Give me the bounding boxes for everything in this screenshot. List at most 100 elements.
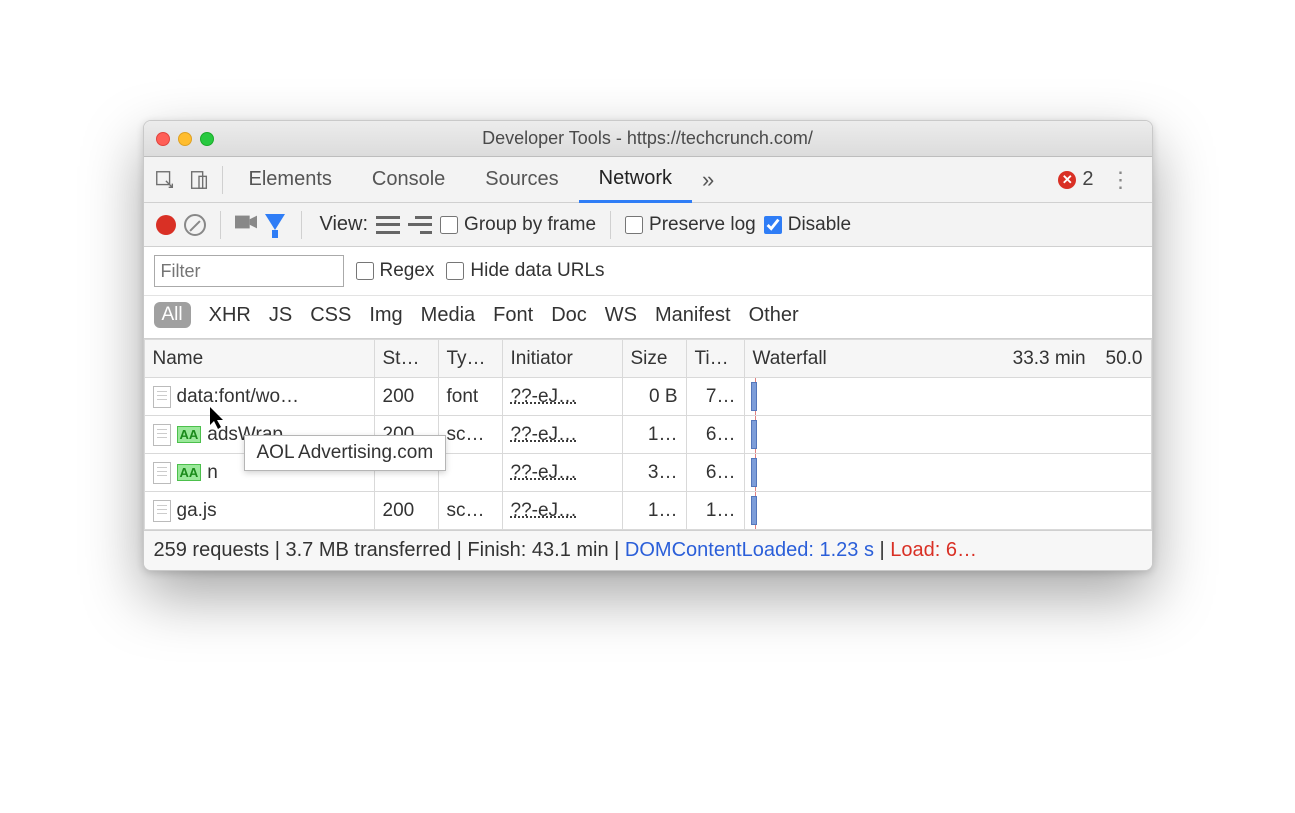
- cell-status: 200: [374, 378, 438, 416]
- group-by-frame-label: Group by frame: [464, 214, 596, 236]
- cell-initiator[interactable]: ??-eJ…: [502, 378, 622, 416]
- cell-initiator[interactable]: ??-eJ…: [502, 492, 622, 530]
- col-status[interactable]: St…: [374, 340, 438, 378]
- type-filter-media[interactable]: Media: [421, 304, 475, 327]
- status-bar: 259 requests | 3.7 MB transferred | Fini…: [144, 530, 1152, 570]
- type-filter-other[interactable]: Other: [749, 304, 799, 327]
- tracker-badge: AA: [177, 426, 202, 443]
- disable-cache-input[interactable]: [764, 216, 782, 234]
- network-table-wrap: Name St… Ty… Initiator Size Ti… Waterfal…: [144, 339, 1152, 530]
- inspect-element-icon[interactable]: [148, 163, 182, 197]
- cell-type: sc…: [438, 416, 502, 454]
- type-filter-img[interactable]: Img: [369, 304, 402, 327]
- error-count-value: 2: [1082, 168, 1093, 191]
- type-filter-font[interactable]: Font: [493, 304, 533, 327]
- view-label: View:: [320, 213, 369, 236]
- view-large-icon[interactable]: [376, 216, 400, 234]
- cell-time: 6…: [686, 454, 744, 492]
- type-filter-doc[interactable]: Doc: [551, 304, 587, 327]
- clear-button[interactable]: [184, 214, 206, 236]
- col-initiator[interactable]: Initiator: [502, 340, 622, 378]
- type-filter-all[interactable]: All: [154, 302, 191, 328]
- tab-network[interactable]: Network: [579, 157, 692, 203]
- view-small-icon[interactable]: [408, 216, 432, 234]
- record-button[interactable]: [156, 215, 176, 235]
- separator: [301, 211, 302, 239]
- table-header-row: Name St… Ty… Initiator Size Ti… Waterfal…: [144, 340, 1151, 378]
- file-icon: [153, 386, 171, 408]
- status-domcontentloaded: DOMContentLoaded: 1.23 s: [625, 539, 874, 561]
- type-filter-manifest[interactable]: Manifest: [655, 304, 731, 327]
- window-maximize-button[interactable]: [200, 132, 214, 146]
- type-filter-ws[interactable]: WS: [605, 304, 637, 327]
- device-toolbar-icon[interactable]: [182, 163, 216, 197]
- status-transferred: 3.7 MB transferred: [285, 539, 451, 561]
- col-size[interactable]: Size: [622, 340, 686, 378]
- error-icon: ✕: [1058, 171, 1076, 189]
- tab-console[interactable]: Console: [352, 157, 465, 203]
- status-finish: Finish: 43.1 min: [467, 539, 608, 561]
- cell-size: 1…: [622, 492, 686, 530]
- more-tabs-button[interactable]: »: [692, 157, 724, 203]
- col-time[interactable]: Ti…: [686, 340, 744, 378]
- disable-cache-label: Disable: [788, 214, 851, 236]
- preserve-log-checkbox[interactable]: Preserve log: [625, 214, 756, 236]
- cell-time: 7…: [686, 378, 744, 416]
- window-minimize-button[interactable]: [178, 132, 192, 146]
- hide-data-urls-input[interactable]: [446, 262, 464, 280]
- filter-toggle-icon[interactable]: [265, 214, 287, 236]
- col-type[interactable]: Ty…: [438, 340, 502, 378]
- panel-tabs: Elements Console Sources Network: [229, 157, 693, 203]
- file-icon: [153, 462, 171, 484]
- cell-size: 0 B: [622, 378, 686, 416]
- cell-initiator[interactable]: ??-eJ…: [502, 416, 622, 454]
- waterfall-tick-right: 50.0: [1106, 348, 1143, 370]
- separator: [222, 166, 223, 194]
- group-by-frame-checkbox[interactable]: Group by frame: [440, 214, 596, 236]
- type-filter-css[interactable]: CSS: [310, 304, 351, 327]
- request-name: n: [207, 462, 218, 484]
- separator: [610, 211, 611, 239]
- cell-time: 6…: [686, 416, 744, 454]
- filter-input[interactable]: [154, 255, 344, 287]
- group-by-frame-input[interactable]: [440, 216, 458, 234]
- tracker-tooltip: AOL Advertising.com: [244, 435, 447, 471]
- table-row[interactable]: ga.js200sc…??-eJ…1…1…: [144, 492, 1151, 530]
- cell-waterfall: [744, 416, 1151, 454]
- devtools-menu-icon[interactable]: ⋮: [1102, 167, 1140, 193]
- request-name: data:font/wo…: [177, 386, 300, 408]
- cell-initiator[interactable]: ??-eJ…: [502, 454, 622, 492]
- traffic-lights: [156, 132, 214, 146]
- cell-type: sc…: [438, 492, 502, 530]
- col-waterfall[interactable]: Waterfall 33.3 min 50.0: [744, 340, 1151, 378]
- table-row[interactable]: data:font/wo… 200font??-eJ…0 B7…: [144, 378, 1151, 416]
- screenshot-icon[interactable]: [235, 213, 257, 236]
- request-name: ga.js: [177, 500, 217, 522]
- status-requests: 259 requests: [154, 539, 270, 561]
- cell-type: font: [438, 378, 502, 416]
- type-filter-js[interactable]: JS: [269, 304, 292, 327]
- disable-cache-checkbox[interactable]: Disable: [764, 214, 851, 236]
- tracker-badge: AA: [177, 464, 202, 481]
- preserve-log-input[interactable]: [625, 216, 643, 234]
- hide-data-urls-label: Hide data URLs: [470, 260, 604, 282]
- error-counter[interactable]: ✕ 2: [1058, 168, 1093, 191]
- tab-sources[interactable]: Sources: [465, 157, 578, 203]
- regex-input[interactable]: [356, 262, 374, 280]
- regex-checkbox[interactable]: Regex: [356, 260, 435, 282]
- titlebar: Developer Tools - https://techcrunch.com…: [144, 121, 1152, 157]
- cell-waterfall: [744, 492, 1151, 530]
- devtools-tabstrip: Elements Console Sources Network » ✕ 2 ⋮: [144, 157, 1152, 203]
- file-icon: [153, 424, 171, 446]
- cell-waterfall: [744, 454, 1151, 492]
- type-filter-xhr[interactable]: XHR: [209, 304, 251, 327]
- waterfall-tick-mid: 33.3 min: [1013, 348, 1106, 370]
- cell-size: 1…: [622, 416, 686, 454]
- window-close-button[interactable]: [156, 132, 170, 146]
- devtools-window: Developer Tools - https://techcrunch.com…: [143, 120, 1153, 571]
- tab-elements[interactable]: Elements: [229, 157, 352, 203]
- waterfall-label: Waterfall: [753, 348, 1013, 370]
- col-name[interactable]: Name: [144, 340, 374, 378]
- hide-data-urls-checkbox[interactable]: Hide data URLs: [446, 260, 604, 282]
- preserve-log-label: Preserve log: [649, 214, 756, 236]
